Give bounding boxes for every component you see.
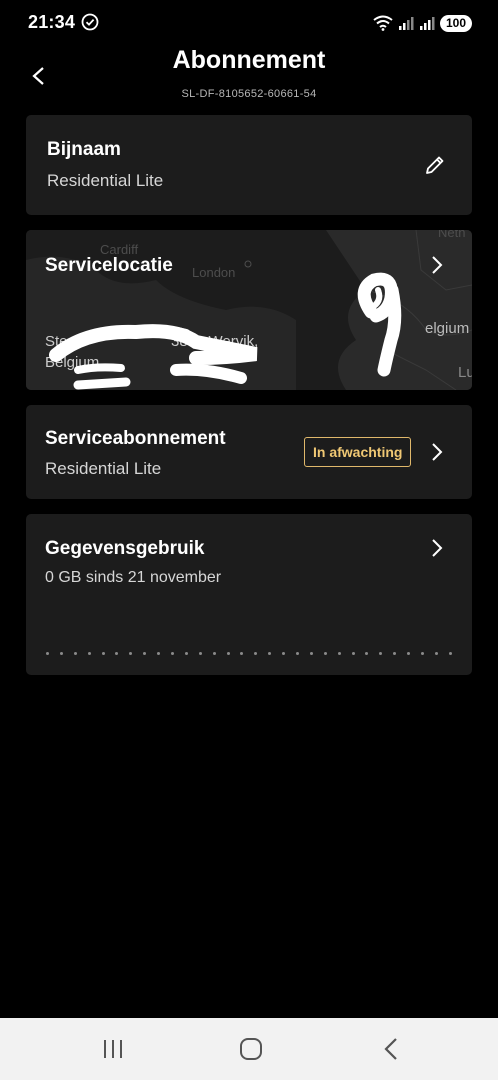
back-nav-icon[interactable] [377, 1036, 405, 1062]
map-label-belgium: elgium [425, 320, 470, 337]
recent-apps-icon[interactable] [99, 1036, 127, 1062]
address-line1-start: Ste [45, 333, 68, 350]
signal-icon [399, 17, 414, 30]
address-line1-end: 3840 Wervik, [171, 333, 259, 350]
data-usage-card[interactable]: Gegevensgebruik 0 GB sinds 21 november [26, 514, 472, 675]
service-location-title: Servicelocatie [45, 255, 173, 276]
home-icon[interactable] [237, 1036, 265, 1062]
service-location-card[interactable]: Cardiff London Neth elgium Lu Serviceloc… [26, 230, 472, 390]
page-header: Abonnement SL-DF-8105652-60661-54 [0, 46, 498, 106]
service-subscription-title: Serviceabonnement [45, 428, 226, 449]
service-subscription-value: Residential Lite [45, 459, 162, 478]
subscription-id: SL-DF-8105652-60661-54 [181, 88, 317, 100]
address-line2: Belgium [45, 354, 100, 371]
status-time: 21:34 [28, 12, 76, 32]
chevron-right-icon[interactable] [430, 254, 444, 276]
usage-chart-dots [46, 652, 452, 656]
chevron-right-icon[interactable] [430, 441, 444, 463]
data-usage-title: Gegevensgebruik [45, 538, 205, 559]
status-badge: In afwachting [304, 437, 412, 467]
check-circle-icon [81, 13, 99, 31]
battery-indicator: 100 [440, 14, 472, 32]
service-subscription-card[interactable]: Serviceabonnement Residential Lite In af… [26, 405, 472, 499]
map-label-london: London [192, 265, 236, 280]
page-title: Abonnement [172, 46, 326, 74]
nickname-title: Bijnaam [47, 139, 121, 160]
map-label-luxembourg: Lu [458, 364, 472, 381]
nickname-value: Residential Lite [47, 171, 164, 190]
map-label-netherlands: Neth [438, 230, 466, 240]
system-nav-bar [0, 1018, 498, 1080]
status-bar: 21:34 100 [0, 0, 498, 46]
status-icons: 100 [373, 14, 472, 32]
chevron-right-icon[interactable] [430, 537, 444, 559]
nickname-card[interactable]: Bijnaam Residential Lite [26, 115, 472, 215]
signal-icon-2 [420, 17, 435, 30]
edit-pencil-icon[interactable] [423, 153, 447, 177]
data-usage-value: 0 GB sinds 21 november [45, 569, 222, 586]
wifi-icon [373, 15, 393, 31]
